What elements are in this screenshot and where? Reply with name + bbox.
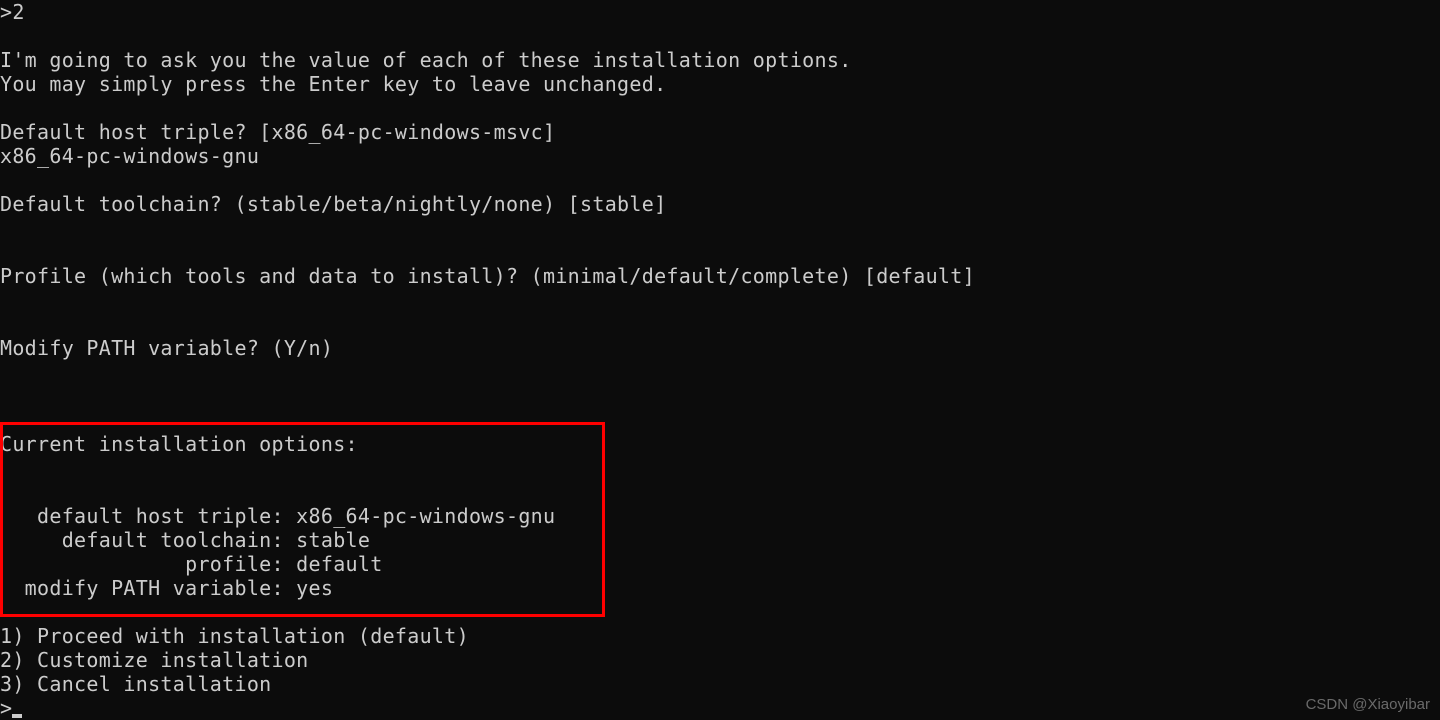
profile-prompt: Profile (which tools and data to install… <box>0 264 975 288</box>
toolchain-prompt: Default toolchain? (stable/beta/nightly/… <box>0 192 666 216</box>
intro-line-1: I'm going to ask you the value of each o… <box>0 48 852 72</box>
option-profile: profile: default <box>0 552 383 576</box>
option-path: modify PATH variable: yes <box>0 576 333 600</box>
menu-option-2: 2) Customize installation <box>0 648 309 672</box>
host-triple-prompt: Default host triple? [x86_64-pc-windows-… <box>0 120 555 144</box>
host-triple-answer: x86_64-pc-windows-gnu <box>0 144 259 168</box>
final-prompt: > <box>0 696 12 720</box>
options-header: Current installation options: <box>0 432 358 456</box>
option-toolchain: default toolchain: stable <box>0 528 370 552</box>
option-host-triple: default host triple: x86_64-pc-windows-g… <box>0 504 555 528</box>
terminal-output[interactable]: >2 I'm going to ask you the value of eac… <box>0 0 1440 720</box>
watermark-text: CSDN @Xiaoyibar <box>1306 696 1430 714</box>
intro-line-2: You may simply press the Enter key to le… <box>0 72 666 96</box>
path-prompt: Modify PATH variable? (Y/n) <box>0 336 333 360</box>
cursor-icon <box>12 714 22 718</box>
menu-option-1: 1) Proceed with installation (default) <box>0 624 469 648</box>
menu-option-3: 3) Cancel installation <box>0 672 272 696</box>
prompt-input-line: >2 <box>0 0 25 24</box>
